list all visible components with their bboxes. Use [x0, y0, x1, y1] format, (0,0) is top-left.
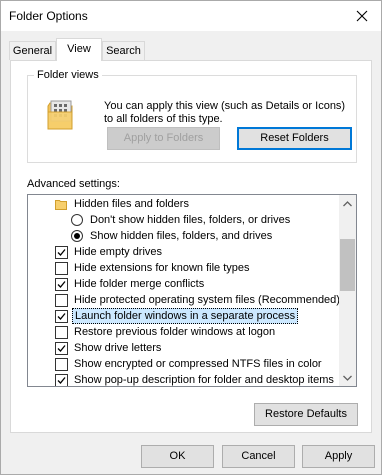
list-item-label: Don't show hidden files, folders, or dri… — [90, 214, 291, 226]
checkmark-icon — [57, 313, 66, 320]
radio-button[interactable] — [71, 214, 83, 226]
cancel-button[interactable]: Cancel — [222, 445, 295, 468]
advanced-settings-list[interactable]: Hidden files and folders Don't show hidd… — [27, 194, 357, 387]
checkmark-icon — [57, 377, 66, 384]
checkbox[interactable] — [55, 278, 68, 291]
list-item-label: Show encrypted or compressed NTFS files … — [74, 358, 322, 370]
checkbox[interactable] — [55, 358, 68, 371]
vertical-scrollbar[interactable] — [339, 195, 356, 386]
list-item-label: Hide folder merge conflicts — [74, 278, 205, 290]
list-item-label: Show pop-up description for folder and d… — [74, 374, 334, 386]
list-item-label: Hide empty drives — [74, 246, 163, 258]
list-item-label: Show drive letters — [74, 342, 162, 354]
list-item-label: Hidden files and folders — [74, 198, 189, 210]
tab-general[interactable]: General — [9, 41, 56, 60]
tab-view[interactable]: View — [56, 38, 102, 61]
restore-defaults-button[interactable]: Restore Defaults — [254, 403, 358, 426]
reset-folders-button[interactable]: Reset Folders — [237, 127, 352, 150]
list-item-selected[interactable]: Launch folder windows in a separate proc… — [52, 308, 342, 324]
list-item-label: Restore previous folder windows at logon — [74, 326, 276, 338]
list-item[interactable]: Hide extensions for known file types — [52, 260, 342, 276]
checkbox[interactable] — [55, 374, 68, 386]
checkmark-icon — [57, 281, 66, 288]
folder-views-legend: Folder views — [34, 69, 102, 81]
close-button[interactable] — [347, 3, 377, 29]
list-item[interactable]: Show pop-up description for folder and d… — [52, 372, 342, 386]
list-item-label: Show hidden files, folders, and drives — [90, 230, 273, 242]
scroll-up-button[interactable] — [339, 195, 356, 212]
apply-to-folders-button[interactable]: Apply to Folders — [107, 127, 220, 150]
checkbox[interactable] — [55, 262, 68, 275]
ok-button[interactable]: OK — [141, 445, 214, 468]
list-item[interactable]: Show encrypted or compressed NTFS files … — [52, 356, 342, 372]
list-item[interactable]: Restore previous folder windows at logon — [52, 324, 342, 340]
window-title: Folder Options — [9, 9, 88, 23]
chevron-down-icon — [343, 375, 352, 381]
folder-views-description: You can apply this view (such as Details… — [104, 100, 346, 125]
list-item[interactable]: Show hidden files, folders, and drives — [68, 228, 342, 244]
checkbox[interactable] — [55, 246, 68, 259]
apply-button[interactable]: Apply — [302, 445, 375, 468]
list-item[interactable]: Hide protected operating system files (R… — [52, 292, 342, 308]
checkbox[interactable] — [55, 310, 68, 323]
list-item-label: Hide protected operating system files (R… — [74, 294, 340, 306]
chevron-up-icon — [343, 200, 352, 206]
folder-options-dialog: Folder Options General View Search Folde… — [0, 0, 382, 475]
folder-views-icon — [47, 100, 73, 130]
list-item: Hidden files and folders — [52, 196, 342, 212]
folder-icon — [55, 200, 67, 210]
title-bar[interactable]: Folder Options — [1, 1, 381, 31]
radio-button[interactable] — [71, 230, 83, 242]
advanced-settings-label: Advanced settings: — [27, 178, 120, 190]
scrollbar-thumb[interactable] — [340, 239, 355, 291]
list-item[interactable]: Hide folder merge conflicts — [52, 276, 342, 292]
checkbox[interactable] — [55, 294, 68, 307]
list-item-label: Launch folder windows in a separate proc… — [72, 308, 299, 324]
checkbox[interactable] — [55, 326, 68, 339]
list-item[interactable]: Hide empty drives — [52, 244, 342, 260]
tab-search[interactable]: Search — [102, 41, 145, 60]
folder-views-group: Folder views You can apply this view (su… — [27, 69, 357, 163]
list-item[interactable]: Show drive letters — [52, 340, 342, 356]
close-icon — [356, 10, 368, 22]
checkbox[interactable] — [55, 342, 68, 355]
checkmark-icon — [57, 249, 66, 256]
list-item-label: Hide extensions for known file types — [74, 262, 250, 274]
scroll-down-button[interactable] — [339, 369, 356, 386]
view-tab-panel: Folder views You can apply this view (su… — [10, 60, 372, 433]
list-item[interactable]: Don't show hidden files, folders, or dri… — [68, 212, 342, 228]
checkmark-icon — [57, 345, 66, 352]
